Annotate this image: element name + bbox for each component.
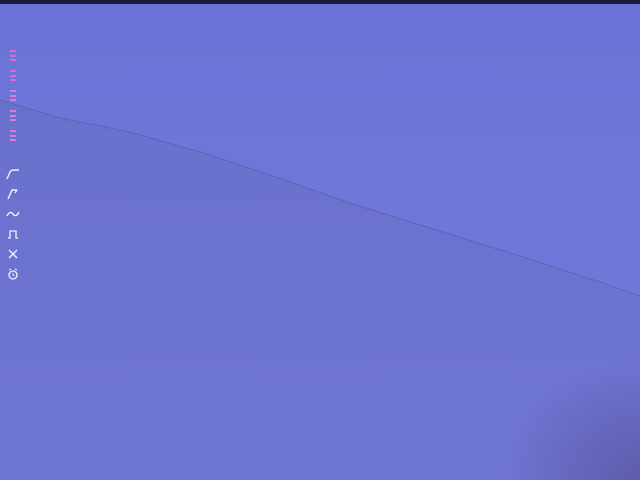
level-bar-4[interactable] [10, 110, 16, 121]
left-toolbar [4, 50, 22, 280]
level-bar-segment [10, 54, 16, 57]
close-icon[interactable] [6, 248, 20, 260]
level-indicator-group [10, 50, 16, 141]
level-bar-segment [10, 139, 16, 141]
level-bar-segment [10, 94, 16, 97]
level-bar-segment [10, 119, 16, 121]
alarm-clock-icon[interactable] [6, 268, 20, 280]
tool-icon-group [6, 168, 20, 280]
level-bar-segment [10, 74, 16, 77]
level-bar-segment [10, 134, 16, 137]
level-bar-2[interactable] [10, 70, 16, 81]
level-bar-segment [10, 59, 16, 61]
level-bar-segment [10, 114, 16, 117]
level-bar-segment [10, 90, 16, 92]
curve-ramp-icon[interactable] [6, 168, 20, 180]
camera-viewport [0, 0, 640, 480]
level-bar-segment [10, 79, 16, 81]
level-bar-5[interactable] [10, 130, 16, 141]
level-bar-segment [10, 70, 16, 72]
wave-icon[interactable] [6, 208, 20, 220]
top-edge-bar [0, 0, 640, 4]
level-bar-1[interactable] [10, 50, 16, 61]
level-bar-segment [10, 110, 16, 112]
level-bar-3[interactable] [10, 90, 16, 101]
corner-shadow [500, 360, 640, 480]
level-bar-segment [10, 99, 16, 101]
pulse-icon[interactable] [6, 228, 20, 240]
level-bar-segment [10, 130, 16, 132]
level-bar-segment [10, 50, 16, 52]
line-up-icon[interactable] [6, 188, 20, 200]
